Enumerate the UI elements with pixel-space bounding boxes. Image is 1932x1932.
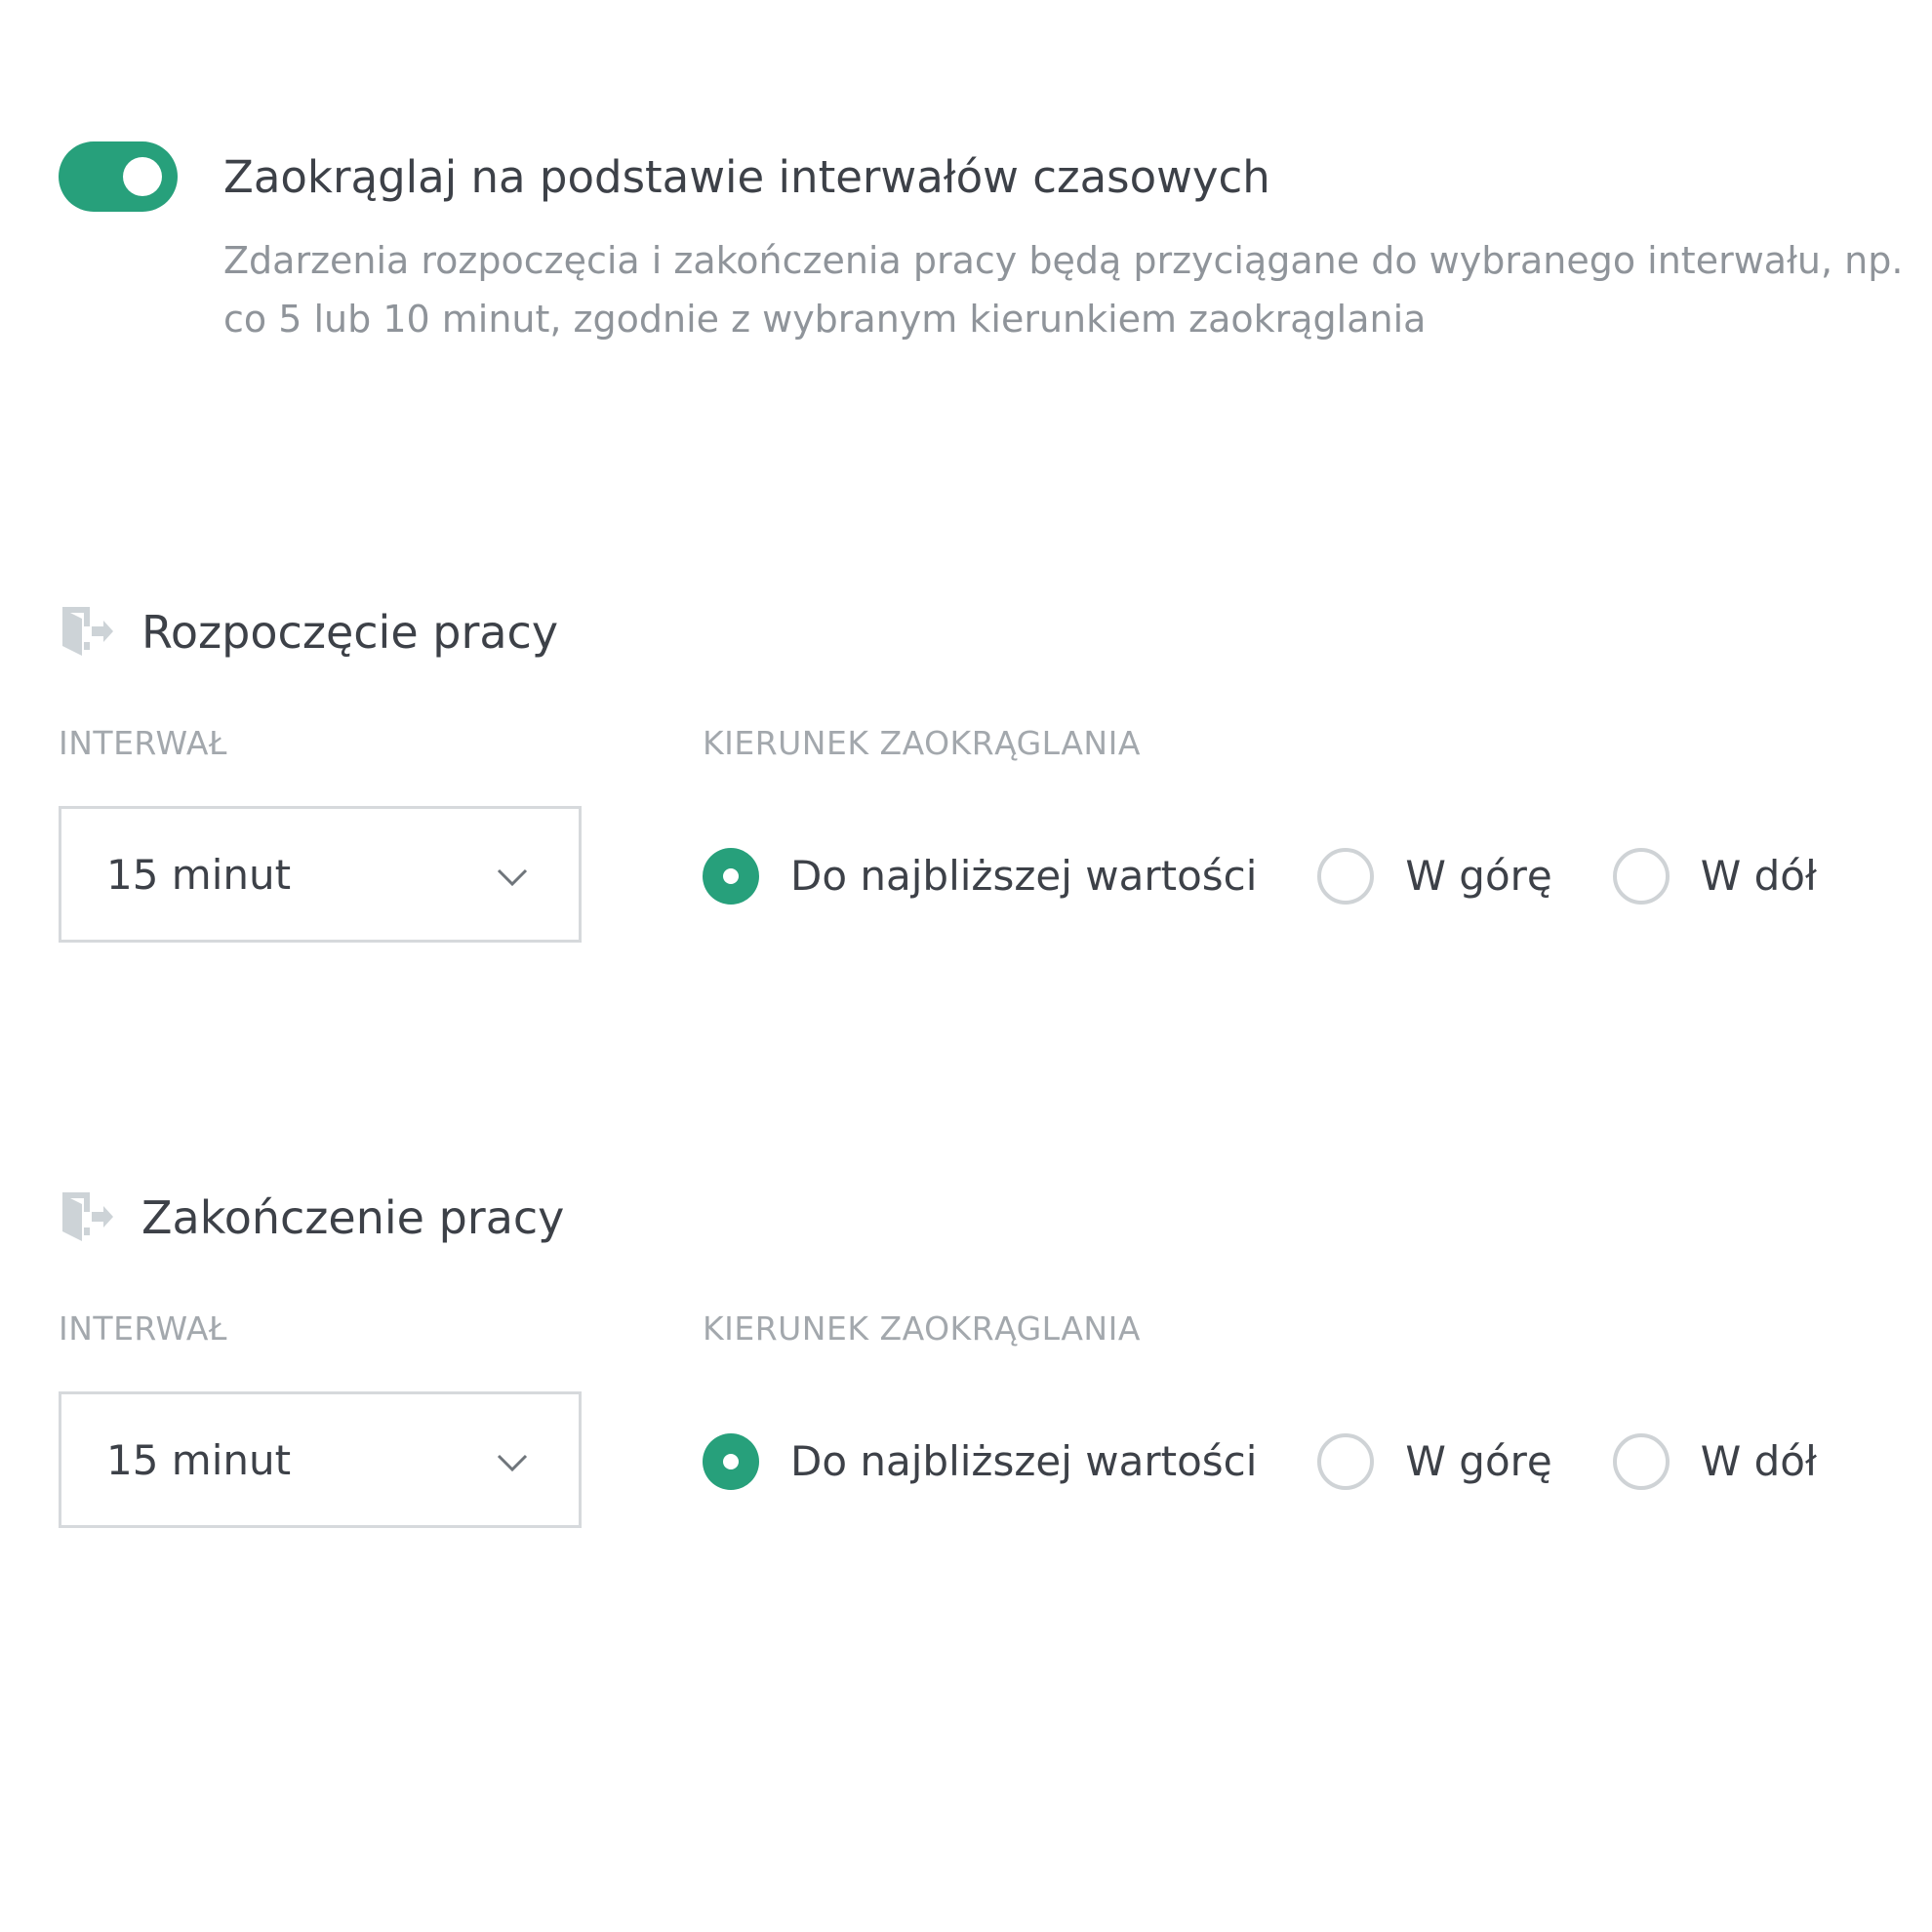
radio-indicator xyxy=(1612,848,1670,905)
rounding-description: Zdarzenia rozpoczęcia i zakończenia prac… xyxy=(223,239,1904,341)
radio-indicator xyxy=(1612,1433,1670,1490)
section-title: Rozpoczęcie pracy xyxy=(141,606,559,659)
radio-down[interactable]: W dół xyxy=(1612,847,1817,906)
door-enter-icon xyxy=(62,607,113,656)
toggle-knob xyxy=(123,157,162,196)
radio-indicator-checked xyxy=(703,1433,759,1490)
interval-select-value: 15 minut xyxy=(106,1436,292,1484)
radio-nearest[interactable]: Do najbliższej wartości xyxy=(703,847,1257,906)
door-exit-icon xyxy=(62,1192,113,1241)
direction-label: KIERUNEK ZAOKRĄGLANIA xyxy=(703,724,1141,762)
radio-label: W górę xyxy=(1405,852,1552,900)
radio-label: Do najbliższej wartości xyxy=(790,1437,1258,1485)
interval-label: INTERWAŁ xyxy=(59,1309,227,1348)
direction-label: KIERUNEK ZAOKRĄGLANIA xyxy=(703,1309,1141,1348)
rounding-direction-group: Do najbliższej wartości W górę W dół xyxy=(703,1430,1817,1493)
radio-nearest[interactable]: Do najbliższej wartości xyxy=(703,1432,1257,1491)
interval-select[interactable]: 15 minut xyxy=(59,806,582,943)
section-end-work: Zakończenie pracy INTERWAŁ KIERUNEK ZAOK… xyxy=(0,1181,1932,1571)
rounding-direction-group: Do najbliższej wartości W górę W dół xyxy=(703,845,1817,907)
radio-indicator xyxy=(1317,1433,1375,1490)
radio-label: W dół xyxy=(1700,852,1817,900)
interval-select[interactable]: 15 minut xyxy=(59,1391,582,1528)
radio-indicator xyxy=(1317,848,1375,905)
section-title: Zakończenie pracy xyxy=(141,1191,565,1244)
interval-select-value: 15 minut xyxy=(106,851,292,899)
section-start-work: Rozpoczęcie pracy INTERWAŁ KIERUNEK ZAOK… xyxy=(0,595,1932,986)
radio-label: W górę xyxy=(1405,1437,1552,1485)
chevron-down-icon xyxy=(497,868,528,887)
radio-label: Do najbliższej wartości xyxy=(790,852,1258,900)
rounding-toggle[interactable] xyxy=(59,141,178,212)
rounding-title: Zaokrąglaj na podstawie interwałów czaso… xyxy=(223,151,1270,203)
radio-label: W dół xyxy=(1700,1437,1817,1485)
radio-down[interactable]: W dół xyxy=(1612,1432,1817,1491)
radio-up[interactable]: W górę xyxy=(1317,1432,1552,1491)
radio-up[interactable]: W górę xyxy=(1317,847,1552,906)
radio-indicator-checked xyxy=(703,848,759,905)
interval-label: INTERWAŁ xyxy=(59,724,227,762)
chevron-down-icon xyxy=(497,1454,528,1472)
